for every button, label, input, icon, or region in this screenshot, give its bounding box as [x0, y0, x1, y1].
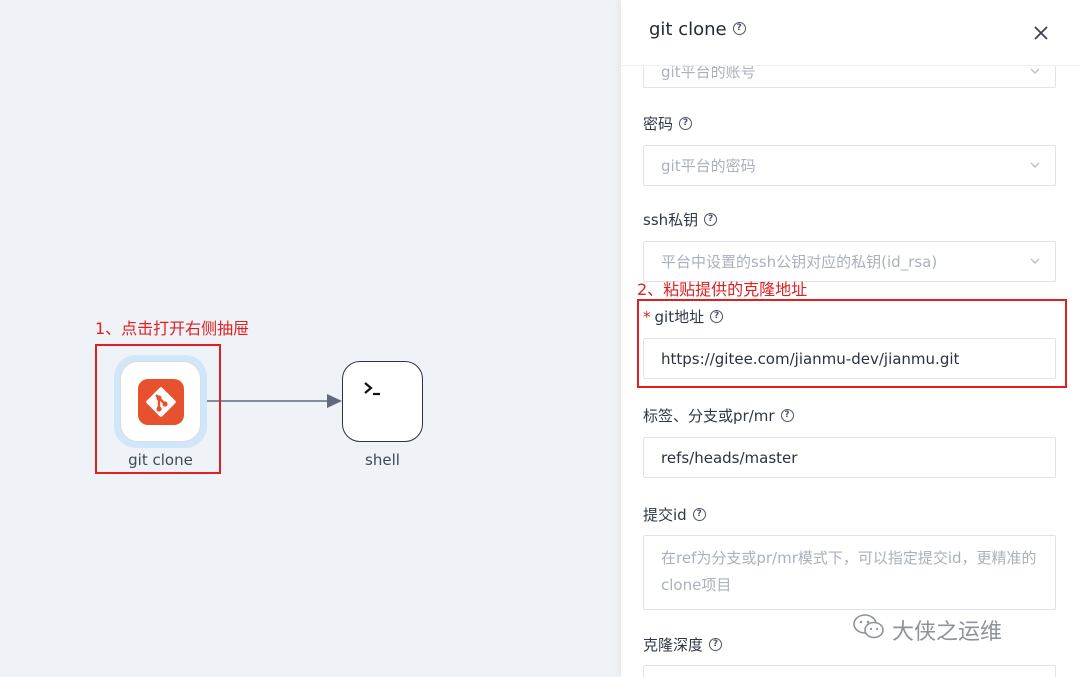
ref-label: 标签、分支或pr/mr?	[643, 405, 794, 426]
close-button[interactable]	[1029, 21, 1053, 45]
ref-input[interactable]: refs/heads/master	[643, 437, 1056, 478]
help-icon[interactable]: ?	[780, 409, 794, 422]
annotation-step1: 1、点击打开右侧抽屉	[95, 319, 250, 338]
wechat-icon	[852, 612, 886, 648]
watermark-text: 大侠之运维	[892, 620, 1003, 645]
help-icon[interactable]: ?	[732, 21, 746, 35]
node-label-git-clone: git clone	[128, 451, 193, 469]
workflow-canvas[interactable]: 1、点击打开右侧抽屉 git clone shell	[0, 0, 621, 677]
commit-id-label: 提交id?	[643, 504, 706, 525]
depth-label-text: 克隆深度	[643, 636, 704, 654]
drawer-title: git clone?	[649, 19, 746, 40]
ssh-key-label-text: ssh私钥	[643, 211, 699, 229]
commit-id-textarea[interactable]: 在ref为分支或pr/mr模式下，可以指定提交id，更精准的clone项目	[643, 535, 1056, 610]
chevron-down-icon	[1030, 258, 1040, 264]
edge-git-to-shell	[201, 394, 342, 408]
drawer-title-text: git clone	[649, 19, 727, 40]
help-icon[interactable]: ?	[709, 638, 723, 651]
ssh-key-label: ssh私钥?	[643, 209, 718, 230]
help-icon[interactable]: ?	[692, 508, 706, 521]
close-icon	[1034, 26, 1048, 40]
drawer-header: git clone?	[621, 0, 1080, 66]
chevron-down-icon	[1030, 68, 1040, 74]
depth-input[interactable]	[643, 665, 1056, 677]
password-select[interactable]: git平台的密码	[643, 145, 1056, 186]
ref-label-text: 标签、分支或pr/mr	[643, 407, 775, 425]
watermark: 大侠之运维	[852, 612, 1002, 648]
terminal-prompt-icon	[363, 381, 397, 418]
commit-id-label-text: 提交id	[643, 506, 687, 524]
password-label-text: 密码	[643, 115, 674, 133]
depth-label: 克隆深度?	[643, 634, 723, 655]
node-label-shell: shell	[365, 451, 400, 469]
highlight-box-git-url	[637, 299, 1067, 388]
ssh-key-placeholder: 平台中设置的ssh公钥对应的私钥(id_rsa)	[661, 253, 938, 271]
node-git-clone[interactable]	[120, 361, 201, 442]
password-label: 密码?	[643, 113, 693, 134]
ref-value: refs/heads/master	[661, 448, 798, 467]
git-logo-icon	[137, 378, 184, 425]
chevron-down-icon	[1030, 162, 1040, 168]
password-placeholder: git平台的密码	[661, 157, 756, 175]
help-icon[interactable]: ?	[704, 213, 718, 226]
node-shell[interactable]	[342, 361, 423, 442]
annotation-step2: 2、粘贴提供的克隆地址	[637, 280, 808, 299]
help-icon[interactable]: ?	[679, 117, 693, 130]
